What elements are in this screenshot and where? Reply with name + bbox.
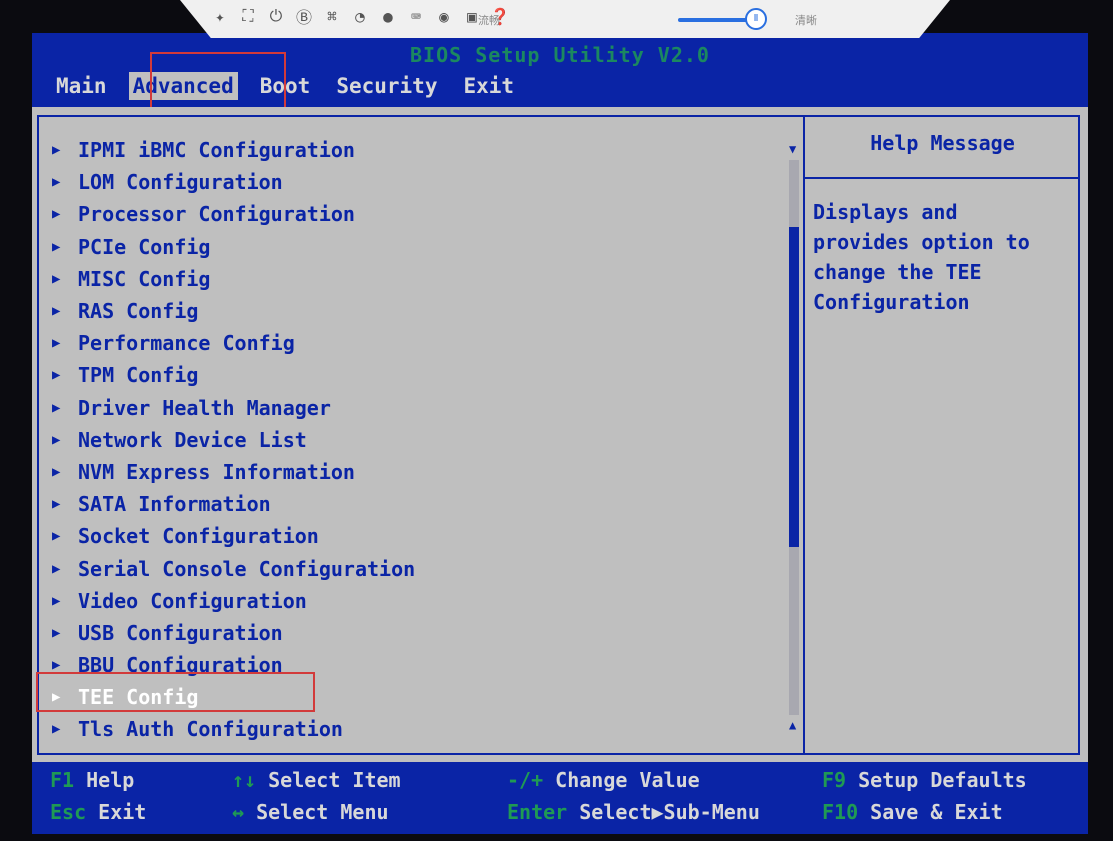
power-icon[interactable]: ⏻ xyxy=(266,6,286,26)
list-item[interactable]: ▶ Serial Console Configuration xyxy=(52,552,425,584)
scroll-up-arrow-icon[interactable]: ▲ xyxy=(789,718,796,732)
list-item[interactable]: ▶ USB Configuration xyxy=(52,617,425,649)
key-f10: F10 Save & Exit xyxy=(822,800,1003,824)
scroll-thumb[interactable] xyxy=(789,227,799,547)
list-item[interactable]: ▶ NVM Express Information xyxy=(52,456,425,488)
submenu-arrow-icon: ▶ xyxy=(52,270,61,287)
list-item-label: RAS Config xyxy=(78,299,199,324)
list-item-label: Network Device List xyxy=(78,427,307,452)
list-item-label: PCIe Config xyxy=(78,234,211,259)
submenu-arrow-icon: ▶ xyxy=(52,721,61,738)
quality-slider-knob[interactable]: ǁ xyxy=(745,8,767,30)
submenu-arrow-icon: ▶ xyxy=(52,335,61,352)
list-item-label: Driver Health Manager xyxy=(78,395,331,420)
network-icon[interactable]: ⌘ xyxy=(322,6,342,26)
advanced-highlight-box xyxy=(150,52,286,112)
help-divider xyxy=(805,177,1080,179)
list-item-label: Processor Configuration xyxy=(78,202,355,227)
menu-security[interactable]: Security xyxy=(332,72,441,100)
list-item-label: IPMI iBMC Configuration xyxy=(78,138,355,163)
advanced-item-list: ▶ IPMI iBMC Configuration ▶ LOM Configurati… xyxy=(52,134,425,746)
b-icon[interactable]: Ⓑ xyxy=(294,6,314,27)
panel-divider xyxy=(803,115,805,755)
list-item[interactable]: ▶ Socket Configuration xyxy=(52,520,425,552)
list-item-label: Performance Config xyxy=(78,331,295,356)
list-item-label: MISC Config xyxy=(78,266,211,291)
keyboard-icon[interactable]: ⌨ xyxy=(406,6,426,26)
submenu-arrow-icon: ▶ xyxy=(52,206,61,223)
submenu-arrow-icon: ▶ xyxy=(52,399,61,416)
menu-main[interactable]: Main xyxy=(52,72,111,100)
submenu-arrow-icon: ▶ xyxy=(52,528,61,545)
list-item[interactable]: ▶ MISC Config xyxy=(52,263,425,295)
list-item-label: USB Configuration xyxy=(78,620,283,645)
bios-screen: BIOS Setup Utility V2.0 Main Advanced Bo… xyxy=(0,0,1113,841)
key-change-value: -/+ Change Value xyxy=(507,768,700,792)
help-title: Help Message xyxy=(870,131,1015,155)
mouse-icon[interactable]: ◔ xyxy=(350,6,370,26)
scroll-down-arrow-icon[interactable]: ▼ xyxy=(789,142,796,156)
tee-highlight-box xyxy=(36,672,315,712)
key-legend: F1 Help ↑↓ Select Item -/+ Change Value … xyxy=(32,762,1088,834)
key-enter: Enter Select▶Sub-Menu xyxy=(507,800,760,824)
list-item[interactable]: ▶ Network Device List xyxy=(52,424,425,456)
list-item[interactable]: ▶ Video Configuration xyxy=(52,585,425,617)
key-f1: F1 Help xyxy=(50,768,135,792)
list-item-label: Socket Configuration xyxy=(78,524,319,549)
list-item-label: NVM Express Information xyxy=(78,459,355,484)
key-select-menu: ↔ Select Menu xyxy=(232,800,389,824)
list-item-label: Serial Console Configuration xyxy=(78,556,416,581)
quality-left-label: 流畅 xyxy=(478,14,500,27)
list-item[interactable]: ▶ TPM Config xyxy=(52,359,425,391)
viewer-toolbar: ✦ ⛶ ⏻ Ⓑ ⌘ ◔ ● ⌨ ◉ ▣ ❓ 流畅 ǁ 清晰 xyxy=(180,0,950,38)
key-select-item: ↑↓ Select Item xyxy=(232,768,401,792)
menu-exit[interactable]: Exit xyxy=(459,72,518,100)
list-item-label: Tls Auth Configuration xyxy=(78,717,343,742)
list-item[interactable]: ▶ LOM Configuration xyxy=(52,166,425,198)
submenu-arrow-icon: ▶ xyxy=(52,624,61,641)
help-text: Displays and provides option to change t… xyxy=(813,200,1030,314)
list-item[interactable]: ▶ Driver Health Manager xyxy=(52,392,425,424)
submenu-arrow-icon: ▶ xyxy=(52,463,61,480)
quality-right-label: 清晰 xyxy=(795,14,817,27)
record-icon[interactable]: ● xyxy=(378,6,398,26)
screenshot-icon[interactable]: ◉ xyxy=(434,6,454,26)
list-item[interactable]: ▶ Performance Config xyxy=(52,327,425,359)
list-item-label: SATA Information xyxy=(78,492,271,517)
list-item-label: LOM Configuration xyxy=(78,170,283,195)
submenu-arrow-icon: ▶ xyxy=(52,592,61,609)
list-item[interactable]: ▶ Tls Auth Configuration xyxy=(52,713,425,745)
list-item[interactable]: ▶ PCIe Config xyxy=(52,231,425,263)
list-item[interactable]: ▶ SATA Information xyxy=(52,488,425,520)
list-item-label: TPM Config xyxy=(78,363,199,388)
submenu-arrow-icon: ▶ xyxy=(52,367,61,384)
submenu-arrow-icon: ▶ xyxy=(52,142,61,159)
fullscreen-icon[interactable]: ⛶ xyxy=(238,6,258,26)
submenu-arrow-icon: ▶ xyxy=(52,496,61,513)
main-panel: ▶ IPMI iBMC Configuration ▶ LOM Configurati… xyxy=(32,107,1088,762)
submenu-arrow-icon: ▶ xyxy=(52,238,61,255)
key-f9: F9 Setup Defaults xyxy=(822,768,1027,792)
submenu-arrow-icon: ▶ xyxy=(52,303,61,320)
scrollbar[interactable]: ▼ ▲ xyxy=(789,142,799,732)
list-item[interactable]: ▶ RAS Config xyxy=(52,295,425,327)
submenu-arrow-icon: ▶ xyxy=(52,431,61,448)
pin-icon[interactable]: ✦ xyxy=(210,6,230,26)
list-item[interactable]: ▶ IPMI iBMC Configuration xyxy=(52,134,425,166)
key-esc: Esc Exit xyxy=(50,800,147,824)
submenu-arrow-icon: ▶ xyxy=(52,560,61,577)
list-item[interactable]: ▶ Processor Configuration xyxy=(52,198,425,230)
list-item-label: Video Configuration xyxy=(78,588,307,613)
submenu-arrow-icon: ▶ xyxy=(52,174,61,191)
